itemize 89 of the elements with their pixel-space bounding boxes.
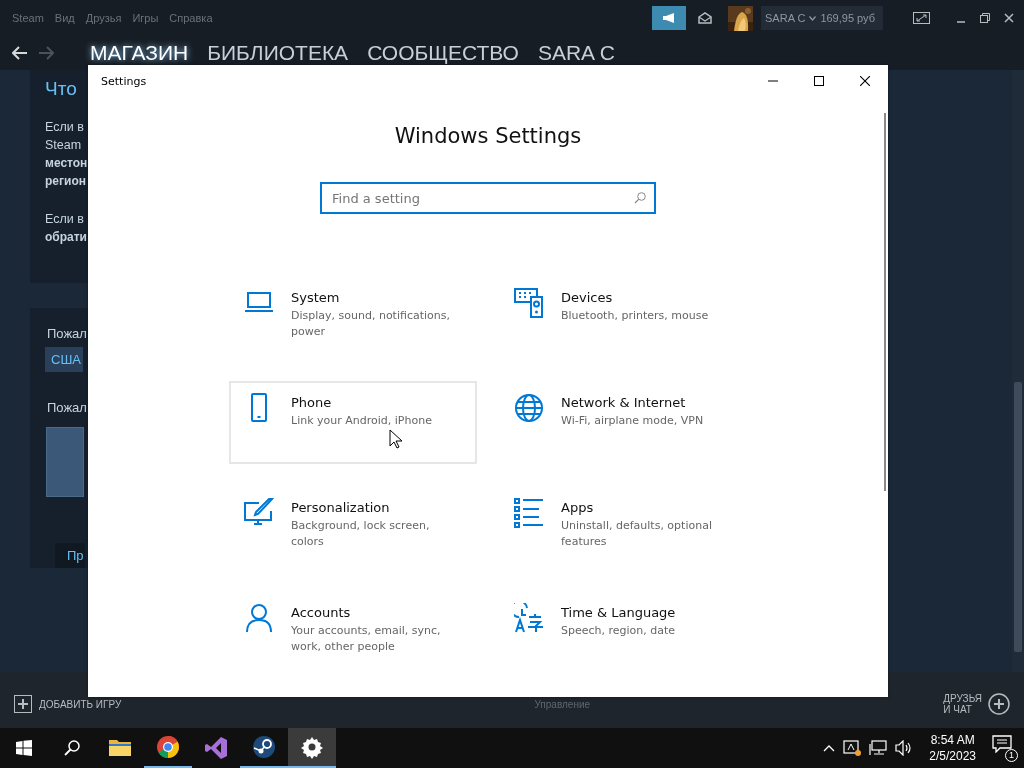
page-heading: Windows Settings	[393, 124, 583, 148]
device-alert-icon[interactable]	[843, 740, 862, 756]
settings-tile[interactable]: Time & Language Speech, region, date	[499, 591, 747, 674]
search-icon	[64, 740, 80, 756]
valve-logo-icon	[252, 735, 276, 759]
settings-tile[interactable]: Personalization Background, lock screen, colors	[229, 486, 477, 569]
tile-description: Background, lock screen, colors	[291, 518, 431, 550]
tile-title: Personalization	[291, 500, 391, 515]
gear-icon	[300, 735, 324, 759]
nav-tab[interactable]: СООБЩЕСТВО	[367, 41, 519, 65]
plus-icon	[988, 693, 1010, 715]
menu-item[interactable]: Steam	[12, 12, 44, 24]
manage-label: Управление	[533, 698, 592, 710]
settings-tile[interactable]: System Display, sound, notifications, power	[229, 276, 477, 359]
nav-tab[interactable]: SARA C	[537, 41, 615, 65]
tile-description: Your accounts, email, sync, work, other people	[291, 623, 442, 655]
network-icon[interactable]	[869, 740, 888, 756]
field-label: Пожал	[47, 326, 87, 341]
tile-title: System	[291, 290, 341, 305]
tile-description: Wi-Fi, airplane mode, VPN	[561, 413, 704, 429]
tile-description: Bluetooth, printers, mouse	[561, 308, 709, 324]
text-line: местон	[45, 155, 88, 172]
wallet-balance: 169,95 руб	[820, 12, 875, 24]
add-game-button[interactable]: ДОБАВИТЬ ИГРУ	[14, 695, 122, 713]
scrollbar[interactable]	[884, 113, 886, 491]
monitor-brush-icon	[244, 498, 274, 528]
clock-date: 2/5/2023	[929, 748, 976, 764]
settings-tile[interactable]: Apps Uninstall, defaults, optional features	[499, 486, 747, 569]
restore-icon[interactable]	[980, 13, 990, 23]
caret-icon	[809, 15, 817, 21]
friends-chat-button[interactable]: ДРУЗЬЯ И ЧАТ	[943, 693, 1010, 715]
country-chip[interactable]: США	[45, 347, 83, 372]
browser-icon	[156, 735, 180, 759]
tile-description: Speech, region, date	[561, 623, 676, 639]
globe-icon	[514, 393, 544, 423]
continue-button[interactable]: Пр	[55, 543, 85, 568]
menu-item[interactable]: Вид	[54, 12, 75, 24]
mouse-pointer-icon	[389, 429, 403, 449]
close-icon	[860, 76, 870, 86]
tile-title: Phone	[291, 395, 333, 410]
tile-description: Link your Android, iPhone	[291, 413, 432, 429]
windows-logo-icon	[16, 740, 32, 756]
keyboard-speaker-icon	[514, 288, 544, 318]
close-icon[interactable]	[1004, 13, 1014, 23]
clock-button[interactable]: 8:54 AM 2/5/2023	[929, 732, 976, 764]
speaker-icon[interactable]	[895, 740, 914, 756]
text-line: Если в	[45, 211, 84, 228]
text-line: регион	[45, 173, 86, 190]
tile-title: Network & Internet	[561, 395, 687, 410]
account-name: SARA C	[765, 12, 806, 24]
screen-icon[interactable]	[913, 12, 930, 24]
clock-time: 8:54 AM	[930, 732, 975, 748]
text-line: Steam	[45, 137, 82, 154]
tile-title: Accounts	[291, 605, 352, 620]
account-menu[interactable]: SARA C 169,95 руб	[761, 6, 883, 30]
caret-up-icon[interactable]	[823, 744, 836, 752]
window-title: Settings	[101, 74, 148, 88]
notification-count: 1	[1005, 749, 1018, 762]
scrollbar-thumb[interactable]	[1014, 382, 1022, 652]
settings-tile[interactable]: Accounts Your accounts, email, sync, work, other people	[229, 591, 477, 674]
settings-tile[interactable]: Network & Internet Wi-Fi, airplane mode, VPN	[499, 381, 747, 464]
back-arrow-icon[interactable]	[12, 46, 28, 60]
tile-description: Display, sound, notifications, power	[291, 308, 451, 340]
tile-title: Devices	[561, 290, 614, 305]
field-label: Пожал	[47, 400, 87, 415]
nav-tab[interactable]: БИБЛИОТЕКА	[207, 41, 349, 65]
megaphone-icon	[662, 12, 676, 24]
notification-icon[interactable]	[992, 735, 1012, 753]
section-heading: Что	[45, 78, 77, 100]
nav-tab[interactable]: МАГАЗИН	[90, 41, 189, 65]
clock-letter-icon	[514, 603, 544, 633]
tile-title: Apps	[561, 500, 595, 515]
ribbon-logo-icon	[204, 736, 228, 760]
plus-icon	[14, 695, 32, 713]
settings-tile[interactable]: Phone Link your Android, iPhone	[229, 381, 477, 464]
search-field[interactable]: Find a setting	[320, 182, 656, 214]
text-line: обрати	[45, 229, 87, 246]
search-icon	[634, 192, 646, 204]
input-field[interactable]	[46, 427, 84, 497]
announcement-button[interactable]	[652, 6, 686, 30]
person-icon	[244, 603, 274, 633]
list-icon	[514, 498, 544, 528]
text-line: Если в	[45, 119, 84, 136]
tile-description: Uninstall, defaults, optional features	[561, 518, 713, 550]
taskbar-app-button[interactable]	[288, 728, 336, 768]
tile-title: Time & Language	[561, 605, 676, 620]
maximize-icon	[814, 76, 824, 86]
envelope-icon[interactable]	[698, 12, 712, 24]
settings-tile[interactable]: Devices Bluetooth, printers, mouse	[499, 276, 747, 359]
